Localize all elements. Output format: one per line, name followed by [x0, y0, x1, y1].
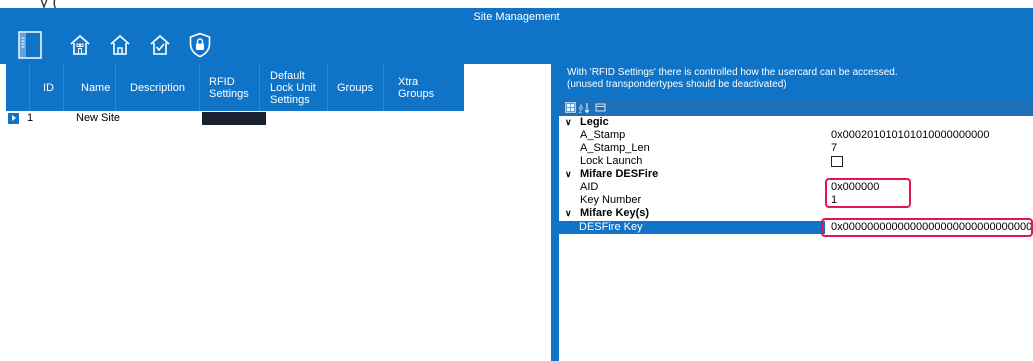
- column-header-default-lock-unit-settings[interactable]: Default Lock Unit Settings: [260, 64, 328, 111]
- column-header-name[interactable]: Name: [64, 64, 116, 111]
- properties-toolbar: A Z: [559, 100, 1033, 116]
- shield-lock-icon: [189, 32, 211, 58]
- categorized-view-button[interactable]: [565, 102, 576, 113]
- collapse-arrow-icon[interactable]: ∨: [565, 207, 572, 220]
- building-icon: [70, 34, 90, 55]
- site-list-pane: ID Name Description RFID Settings Defaul…: [6, 64, 550, 361]
- collapse-arrow-icon[interactable]: ∨: [565, 168, 572, 181]
- home-check-button[interactable]: [140, 30, 180, 60]
- highlight-box-desfire-key: [821, 218, 1033, 237]
- property-pages-icon: [595, 103, 606, 112]
- highlight-box-desfire-values: [825, 178, 911, 208]
- sort-az-icon: A Z: [579, 103, 590, 113]
- top-strip: y (: [0, 0, 1033, 11]
- properties-pane: With 'RFID Settings' there is controlled…: [559, 64, 1033, 361]
- security-button[interactable]: [180, 30, 220, 60]
- window-title: Site Management: [0, 8, 1033, 26]
- category-legic[interactable]: ∨ Legic: [559, 116, 1033, 129]
- property-row-key-number[interactable]: Key Number 1: [559, 194, 1033, 207]
- property-pages-button[interactable]: [595, 102, 606, 113]
- column-header-groups[interactable]: Groups: [328, 64, 384, 111]
- column-header-row-indicator: [6, 64, 30, 111]
- house-check-icon: [150, 34, 170, 55]
- description-line-1: With 'RFID Settings' there is controlled…: [567, 67, 898, 78]
- site-home-button[interactable]: [60, 30, 100, 60]
- cell-id[interactable]: 1: [27, 111, 33, 126]
- alphabetical-view-button[interactable]: A Z: [579, 102, 590, 113]
- home-button[interactable]: [100, 30, 140, 60]
- grid-header: ID Name Description RFID Settings Defaul…: [6, 64, 464, 111]
- table-row[interactable]: 1 New Site: [6, 111, 550, 126]
- category-mifare-desfire[interactable]: ∨ Mifare DESFire: [559, 168, 1033, 181]
- cell-rfid-settings[interactable]: [202, 112, 266, 125]
- pane-splitter[interactable]: [551, 64, 559, 361]
- sidebar-toggle-button[interactable]: [10, 30, 50, 60]
- properties-description: With 'RFID Settings' there is controlled…: [559, 64, 1033, 100]
- property-row-a-stamp-len[interactable]: A_Stamp_Len 7: [559, 142, 1033, 155]
- column-header-rfid-settings[interactable]: RFID Settings: [200, 64, 260, 111]
- main-toolbar: [0, 26, 1033, 64]
- property-row-a-stamp[interactable]: A_Stamp 0x000201010101010000000000: [559, 129, 1033, 142]
- property-row-lock-launch[interactable]: Lock Launch: [559, 155, 1033, 168]
- svg-text:Z: Z: [579, 109, 582, 113]
- current-row-indicator-icon: [8, 113, 19, 124]
- lock-launch-checkbox[interactable]: [831, 156, 843, 167]
- property-grid: ∨ Legic A_Stamp 0x0002010101010100000000…: [559, 116, 1033, 361]
- column-header-description[interactable]: Description: [116, 64, 200, 111]
- cell-name[interactable]: New Site: [76, 111, 120, 126]
- column-header-id[interactable]: ID: [30, 64, 64, 111]
- panel-icon: [18, 31, 42, 59]
- house-icon: [110, 34, 130, 55]
- categorized-icon: [567, 104, 574, 111]
- collapse-arrow-icon[interactable]: ∨: [565, 116, 572, 129]
- column-header-xtra-groups[interactable]: Xtra Groups: [384, 64, 464, 111]
- description-line-2: (unused transpondertypes should be deact…: [567, 79, 787, 90]
- property-row-aid[interactable]: AID 0x000000: [559, 181, 1033, 194]
